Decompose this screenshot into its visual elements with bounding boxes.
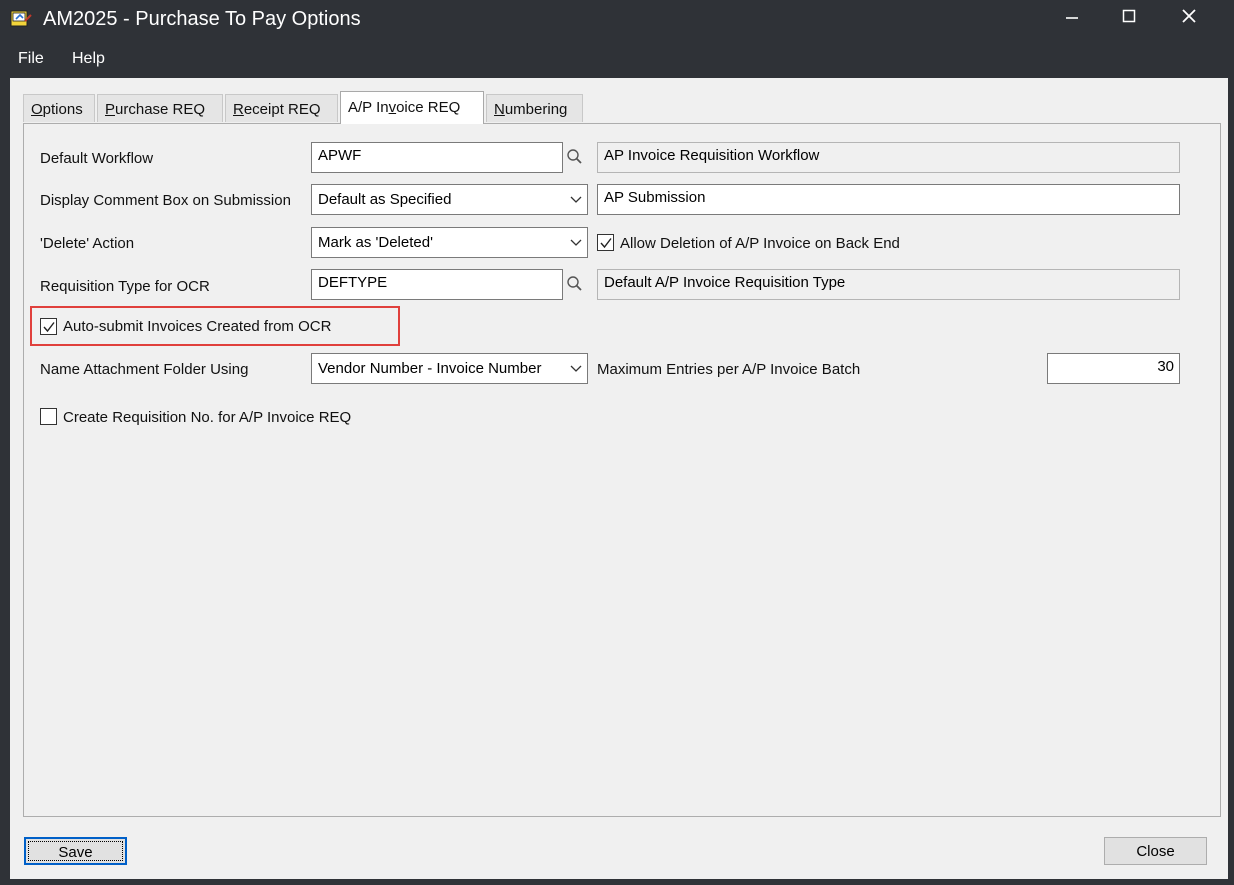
tab-purchase-req[interactable]: Purchase REQ bbox=[97, 94, 223, 122]
default-workflow-input[interactable]: APWF bbox=[311, 142, 563, 173]
menu-bar: File Help bbox=[0, 40, 1234, 78]
auto-submit-label[interactable]: Auto-submit Invoices Created from OCR bbox=[63, 318, 331, 335]
app-window: AM2025 - Purchase To Pay Options File He… bbox=[0, 0, 1234, 885]
tab-ap-invoice-req[interactable]: A/P Invoice REQ bbox=[340, 91, 484, 124]
delete-action-value: Mark as 'Deleted' bbox=[318, 234, 433, 251]
attachment-folder-select[interactable]: Vendor Number - Invoice Number bbox=[311, 353, 588, 384]
auto-submit-checkbox[interactable] bbox=[40, 318, 57, 335]
minimize-button[interactable] bbox=[1049, 0, 1095, 36]
save-button[interactable]: Save bbox=[24, 837, 127, 865]
comment-box-select[interactable]: Default as Specified bbox=[311, 184, 588, 215]
max-entries-label: Maximum Entries per A/P Invoice Batch bbox=[597, 361, 861, 378]
tab-options[interactable]: Options bbox=[23, 94, 95, 122]
tab-numbering[interactable]: Numbering bbox=[486, 94, 583, 122]
create-req-no-checkbox[interactable] bbox=[40, 408, 57, 425]
comment-box-label: Display Comment Box on Submission bbox=[40, 192, 291, 209]
close-window-button[interactable] bbox=[1166, 0, 1212, 36]
comment-box-value: Default as Specified bbox=[318, 191, 452, 208]
chevron-down-icon bbox=[569, 235, 583, 249]
menu-file[interactable]: File bbox=[18, 50, 44, 68]
chevron-down-icon bbox=[569, 192, 583, 206]
allow-deletion-checkbox[interactable] bbox=[597, 234, 614, 251]
app-icon bbox=[10, 9, 32, 29]
tab-receipt-req[interactable]: Receipt REQ bbox=[225, 94, 338, 122]
comment-box-text-input[interactable]: AP Submission bbox=[597, 184, 1180, 215]
req-type-lookup-icon[interactable] bbox=[566, 275, 584, 293]
checkmark-icon bbox=[600, 238, 612, 249]
max-entries-input[interactable]: 30 bbox=[1047, 353, 1180, 384]
create-req-no-label[interactable]: Create Requisition No. for A/P Invoice R… bbox=[63, 409, 351, 426]
title-bar[interactable]: AM2025 - Purchase To Pay Options bbox=[0, 0, 1234, 40]
menu-help[interactable]: Help bbox=[72, 50, 105, 68]
req-type-ocr-label: Requisition Type for OCR bbox=[40, 278, 210, 295]
maximize-button[interactable] bbox=[1106, 0, 1152, 36]
req-type-description: Default A/P Invoice Requisition Type bbox=[597, 269, 1180, 300]
delete-action-select[interactable]: Mark as 'Deleted' bbox=[311, 227, 588, 258]
close-icon bbox=[1181, 8, 1197, 28]
maximize-icon bbox=[1122, 9, 1136, 27]
default-workflow-label: Default Workflow bbox=[40, 150, 154, 167]
delete-action-label: 'Delete' Action bbox=[40, 235, 135, 252]
workflow-description: AP Invoice Requisition Workflow bbox=[597, 142, 1180, 173]
attachment-folder-value: Vendor Number - Invoice Number bbox=[318, 360, 542, 377]
attachment-folder-label: Name Attachment Folder Using bbox=[40, 361, 249, 378]
allow-deletion-label[interactable]: Allow Deletion of A/P Invoice on Back En… bbox=[620, 235, 900, 252]
minimize-icon bbox=[1065, 9, 1079, 27]
checkmark-icon bbox=[43, 322, 55, 333]
close-button[interactable]: Close bbox=[1104, 837, 1207, 865]
chevron-down-icon bbox=[569, 361, 583, 375]
workflow-lookup-icon[interactable] bbox=[566, 148, 584, 166]
client-area: Options Purchase REQ Receipt REQ A/P Inv… bbox=[10, 78, 1228, 879]
req-type-ocr-input[interactable]: DEFTYPE bbox=[311, 269, 563, 300]
window-title: AM2025 - Purchase To Pay Options bbox=[43, 8, 361, 30]
tab-panel-ap-invoice-req: Default Workflow APWF AP Invoice Requisi… bbox=[23, 123, 1221, 817]
